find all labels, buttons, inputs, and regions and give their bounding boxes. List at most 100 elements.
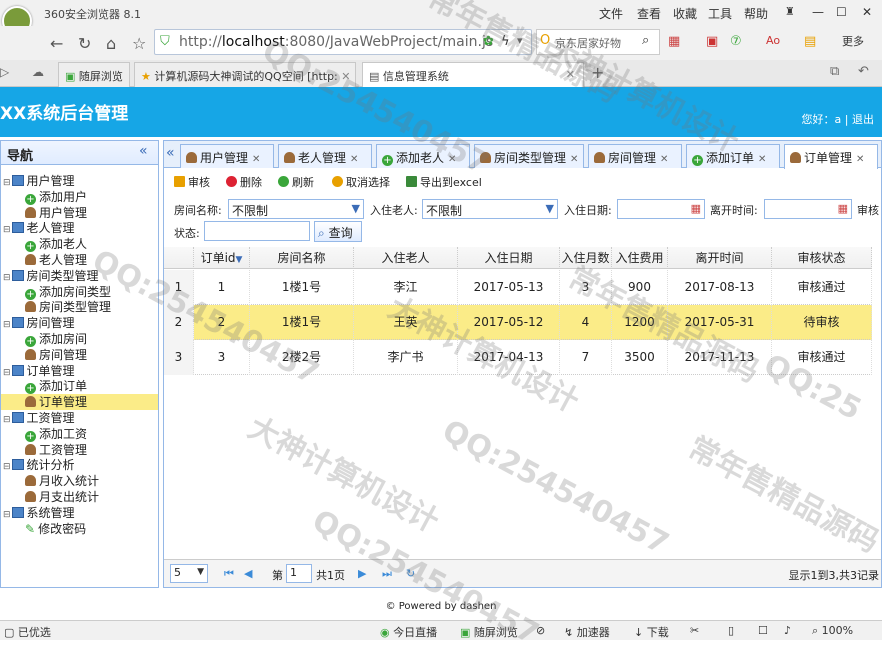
menu-file[interactable]: 文件 xyxy=(599,5,623,22)
favorite-star-icon[interactable]: ☆ xyxy=(132,34,146,53)
sidebar-item-15[interactable]: ⊟ 工资管理 xyxy=(1,410,158,426)
lightning-icon[interactable]: ϟ xyxy=(501,34,510,49)
sidebar-item-3[interactable]: ⊟ 老人管理 xyxy=(1,220,158,236)
sidebar-item-19[interactable]: 月收入统计 xyxy=(1,473,158,489)
unselect-button[interactable]: 取消选择 xyxy=(332,174,390,190)
tab-1[interactable]: 老人管理 ✕ xyxy=(278,144,372,168)
audit-button[interactable]: 审核 xyxy=(174,174,210,190)
close-icon[interactable]: ✕ xyxy=(660,154,668,165)
sidebar-item-1[interactable]: + 添加用户 xyxy=(1,189,158,205)
status-screenshot-icon[interactable]: ✂ xyxy=(690,624,699,637)
status-download[interactable]: ↓ 下载 xyxy=(634,624,669,640)
compat-icon[interactable]: ✿ xyxy=(483,34,494,49)
page-size-select[interactable]: 5 ▼ xyxy=(170,564,208,583)
status-accelerator[interactable]: ↯ 加速器 xyxy=(564,624,610,640)
status-window-icon[interactable]: ☐ xyxy=(758,624,768,637)
home-icon[interactable]: ⌂ xyxy=(106,34,116,53)
sidebar-item-9[interactable]: ⊟ 房间管理 xyxy=(1,315,158,331)
tree-toggle-icon[interactable]: ⊟ xyxy=(3,320,11,330)
pdf-icon[interactable]: Ao xyxy=(766,34,780,47)
page-number-input[interactable]: 1 xyxy=(286,564,312,583)
column-header[interactable]: 订单id▼ xyxy=(194,247,250,269)
tab-scroll-left-icon[interactable]: ▷ xyxy=(0,65,9,79)
sidebar-item-22[interactable]: ✎ 修改密码 xyxy=(1,521,158,537)
status-history-icon[interactable]: ⊘ xyxy=(536,624,545,637)
restore-tabs-icon[interactable]: ⧉ xyxy=(830,64,839,79)
skin-icon[interactable]: ♜ xyxy=(785,5,795,18)
tabs-scroll-left-icon[interactable]: « xyxy=(166,145,175,161)
column-header[interactable]: 入住月数 xyxy=(560,247,612,269)
sidebar-item-4[interactable]: + 添加老人 xyxy=(1,236,158,253)
tab-4[interactable]: 房间管理 ✕ xyxy=(588,144,682,168)
tree-toggle-icon[interactable]: ⊟ xyxy=(3,510,11,520)
close-icon[interactable]: ✕ xyxy=(252,154,260,165)
table-row[interactable]: 1 1 1楼1号 李江 2017-05-13 3 900 2017-08-13 审核通过 xyxy=(164,270,872,305)
tree-toggle-icon[interactable]: ⊟ xyxy=(3,415,11,425)
checkout-date-input[interactable]: ▦ xyxy=(764,199,852,219)
status-screen[interactable]: ▣ 随屏浏览 xyxy=(460,624,518,640)
status-trash-icon[interactable]: ▯ xyxy=(728,624,734,637)
sidebar-item-14[interactable]: 订单管理 xyxy=(1,394,158,411)
translate-icon[interactable]: ⑦ xyxy=(730,34,742,49)
sidebar-item-16[interactable]: + 添加工资 xyxy=(1,426,158,442)
menu-help[interactable]: 帮助 xyxy=(744,5,768,22)
browser-tab-qq[interactable]: ★ 计算机源码大神调试的QQ空间 [http: ✕ xyxy=(134,62,356,87)
status-input[interactable] xyxy=(204,221,310,241)
sidebar-item-6[interactable]: ⊟ 房间类型管理 xyxy=(1,268,158,284)
apps-icon[interactable]: ▦ xyxy=(668,34,680,49)
sidebar-item-11[interactable]: 房间管理 xyxy=(1,347,158,363)
close-icon[interactable]: ✕ xyxy=(758,154,766,165)
next-page-icon[interactable]: ▶ xyxy=(358,567,366,580)
column-header[interactable]: 入住费用 xyxy=(612,247,668,269)
first-page-icon[interactable]: ⏮ xyxy=(224,567,234,581)
collapse-icon[interactable]: « xyxy=(139,143,148,159)
checkin-date-input[interactable]: ▦ xyxy=(617,199,705,219)
menu-tools[interactable]: 工具 xyxy=(708,5,732,22)
search-input[interactable]: 京东居家好物 xyxy=(555,35,621,51)
tree-toggle-icon[interactable]: ⊟ xyxy=(3,462,11,472)
column-header[interactable]: 入住日期 xyxy=(458,247,560,269)
delete-button[interactable]: 删除 xyxy=(226,174,262,190)
calendar-icon[interactable]: ▦ xyxy=(838,202,848,215)
tree-toggle-icon[interactable]: ⊟ xyxy=(3,368,11,378)
sidebar-item-5[interactable]: 老人管理 xyxy=(1,252,158,268)
logout-link[interactable]: 退出 xyxy=(852,113,874,126)
close-window-icon[interactable]: ✕ xyxy=(862,5,872,19)
room-select[interactable]: 不限制 ▼ xyxy=(228,199,364,219)
sidebar-item-13[interactable]: + 添加订单 xyxy=(1,378,158,395)
browser-tab-screen[interactable]: ▣ 随屏浏览 xyxy=(58,62,130,87)
plugin-icon[interactable]: ▣ xyxy=(706,34,718,49)
minimize-icon[interactable]: — xyxy=(812,5,824,19)
back-icon[interactable]: ← xyxy=(50,34,63,53)
prev-page-icon[interactable]: ◀ xyxy=(244,567,252,580)
refresh-button[interactable]: 刷新 xyxy=(278,174,314,190)
column-header[interactable]: 入住老人 xyxy=(354,247,458,269)
table-row[interactable]: 2 2 1楼1号 王英 2017-05-12 4 1200 2017-05-31 待审核 xyxy=(164,305,872,340)
export-button[interactable]: 导出到excel xyxy=(406,174,482,190)
sidebar-item-20[interactable]: 月支出统计 xyxy=(1,489,158,505)
sidebar-item-18[interactable]: ⊟ 统计分析 xyxy=(1,457,158,473)
sidebar-item-10[interactable]: + 添加房间 xyxy=(1,331,158,347)
maximize-icon[interactable]: ☐ xyxy=(836,5,847,19)
menu-view[interactable]: 查看 xyxy=(637,5,661,22)
tree-toggle-icon[interactable]: ⊟ xyxy=(3,273,11,283)
tab-3[interactable]: 房间类型管理 ✕ xyxy=(474,144,584,168)
sort-desc-icon[interactable]: ▼ xyxy=(236,255,243,265)
table-row[interactable]: 3 3 2楼2号 李广书 2017-04-13 7 3500 2017-11-13 审核通过 xyxy=(164,340,872,375)
sidebar-item-12[interactable]: ⊟ 订单管理 xyxy=(1,363,158,379)
sidebar-item-21[interactable]: ⊟ 系统管理 xyxy=(1,505,158,521)
column-header[interactable]: 离开时间 xyxy=(668,247,772,269)
search-icon[interactable]: ⌕ xyxy=(642,33,649,48)
status-sound-icon[interactable]: ♪ xyxy=(784,624,791,637)
address-bar[interactable]: ⛉ http://localhost:8080/JavaWebProject/m… xyxy=(154,29,532,55)
refresh-icon[interactable]: ↻ xyxy=(406,567,415,580)
new-tab-icon[interactable]: + xyxy=(591,63,604,82)
sidebar-item-17[interactable]: 工资管理 xyxy=(1,442,158,458)
close-icon[interactable]: ✕ xyxy=(856,154,864,165)
more-button[interactable]: 更多 xyxy=(842,33,864,49)
elder-select[interactable]: 不限制 ▼ xyxy=(422,199,558,219)
status-zoom[interactable]: ⌕ 100% xyxy=(812,624,853,638)
chevron-down-icon[interactable]: ▾ xyxy=(517,34,523,47)
tab-6[interactable]: 订单管理 ✕ xyxy=(784,144,878,169)
reload-icon[interactable]: ↻ xyxy=(78,34,91,53)
